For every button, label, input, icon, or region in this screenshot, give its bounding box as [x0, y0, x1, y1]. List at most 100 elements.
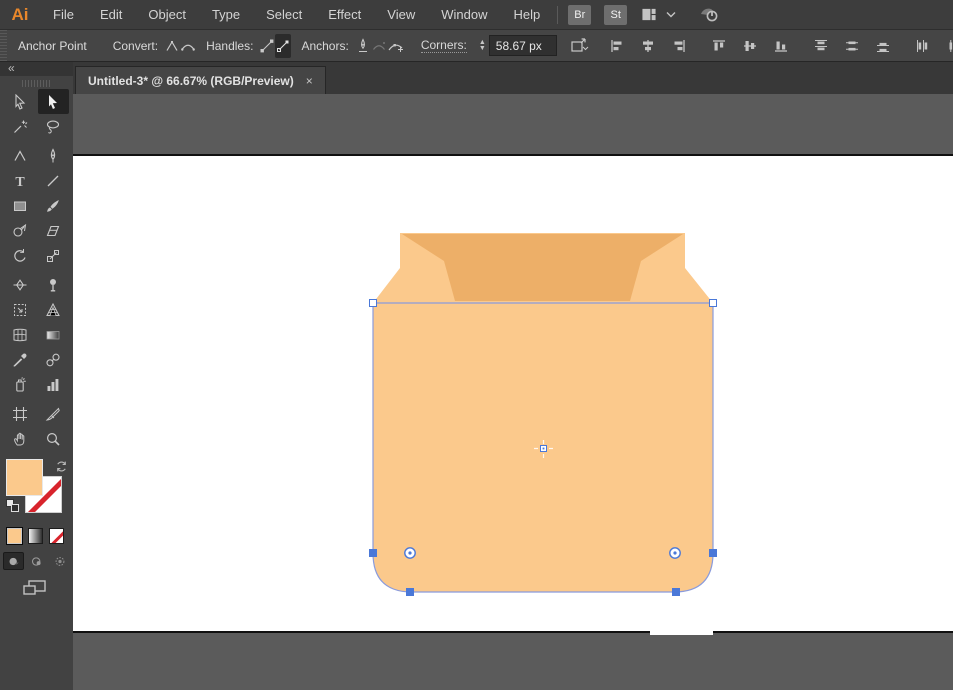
menu-help[interactable]: Help: [500, 0, 553, 30]
menu-type[interactable]: Type: [199, 0, 253, 30]
align-right-button[interactable]: [667, 34, 691, 58]
document-tab[interactable]: Untitled-3* @ 66.67% (RGB/Preview) ×: [75, 66, 326, 94]
handles-label: Handles:: [206, 38, 254, 53]
free-transform-tool[interactable]: [5, 297, 36, 322]
paintbrush-tool[interactable]: [38, 193, 69, 218]
anchor-point-tool[interactable]: [5, 143, 36, 168]
anchor-point-selected[interactable]: [672, 588, 680, 596]
lasso-tool[interactable]: [38, 114, 69, 139]
control-bar-grip[interactable]: [0, 30, 7, 61]
convert-to-corner-button[interactable]: [164, 34, 180, 58]
align-vertical-center-button[interactable]: [738, 34, 762, 58]
canvas-area[interactable]: [73, 94, 953, 690]
screen-mode-button[interactable]: [22, 578, 73, 603]
align-horizontal-center-button[interactable]: [636, 34, 660, 58]
color-button[interactable]: [6, 527, 23, 545]
rotate-tool[interactable]: [5, 243, 36, 268]
collapse-panel-button[interactable]: «: [0, 62, 73, 76]
anchor-point-selected[interactable]: [709, 549, 717, 557]
distribute-bottom-button[interactable]: [871, 34, 895, 58]
type-tool[interactable]: T: [5, 168, 36, 193]
draw-behind-button[interactable]: [26, 552, 47, 570]
cut-path-button[interactable]: [355, 34, 371, 58]
menu-object[interactable]: Object: [135, 0, 199, 30]
zoom-tool[interactable]: [38, 426, 69, 451]
rectangle-tool[interactable]: [5, 193, 36, 218]
mesh-tool[interactable]: [5, 322, 36, 347]
shape-builder-tool[interactable]: [5, 218, 36, 243]
blend-tool[interactable]: [38, 347, 69, 372]
hand-tool-icon: [14, 432, 25, 445]
align-left-icon: [611, 39, 622, 52]
live-corner-widget-left[interactable]: [404, 547, 416, 559]
swap-fill-stroke-icon[interactable]: [54, 459, 69, 479]
align-top-button[interactable]: [707, 34, 731, 58]
corners-value-input[interactable]: [488, 35, 557, 56]
pen-tool[interactable]: [38, 143, 69, 168]
menu-window[interactable]: Window: [428, 0, 500, 30]
live-corner-widget-right[interactable]: [669, 547, 681, 559]
line-segment-tool[interactable]: [38, 168, 69, 193]
menu-edit[interactable]: Edit: [87, 0, 135, 30]
perspective-grid-tool-icon: [46, 302, 60, 316]
perspective-grid-tool[interactable]: [38, 297, 69, 322]
align-left-button[interactable]: [605, 34, 629, 58]
distribute-horizontal-center-button[interactable]: [942, 34, 953, 58]
tab-close-icon[interactable]: ×: [306, 74, 313, 88]
draw-normal-button[interactable]: [3, 552, 24, 570]
width-tool[interactable]: [5, 272, 36, 297]
anchor-point[interactable]: [709, 299, 717, 307]
anchor-point-selected[interactable]: [369, 549, 377, 557]
transform-options[interactable]: [569, 36, 591, 56]
distribute-top-button[interactable]: [809, 34, 833, 58]
align-bottom-button[interactable]: [769, 34, 793, 58]
hide-handles-button[interactable]: [275, 33, 292, 58]
chevron-down-icon[interactable]: [666, 11, 676, 18]
menu-view[interactable]: View: [374, 0, 428, 30]
slice-tool[interactable]: [38, 401, 69, 426]
workspace-switcher-icon[interactable]: [640, 7, 658, 22]
menu-file[interactable]: File: [40, 0, 87, 30]
remove-anchor-button[interactable]: [387, 34, 405, 58]
rectangle-tool-icon: [14, 201, 26, 211]
selection-tool[interactable]: [37, 89, 69, 114]
bridge-button[interactable]: Br: [568, 4, 592, 25]
draw-inside-button[interactable]: [49, 552, 70, 570]
tools-panel-grip[interactable]: [21, 80, 52, 87]
hand-tool[interactable]: [5, 426, 36, 451]
puppet-warp-tool[interactable]: [38, 272, 69, 297]
stock-button[interactable]: St: [604, 4, 628, 25]
bag-artwork[interactable]: [73, 94, 953, 690]
eraser-tool[interactable]: [38, 218, 69, 243]
symbol-sprayer-tool[interactable]: [5, 372, 36, 397]
distribute-horizontal-center-icon: [949, 39, 952, 52]
panel-context-label: Anchor Point: [18, 38, 87, 53]
column-graph-tool[interactable]: [38, 372, 69, 397]
convert-to-smooth-button[interactable]: [180, 34, 196, 58]
document-tab-bar: Untitled-3* @ 66.67% (RGB/Preview) ×: [73, 62, 953, 94]
anchor-point-selected[interactable]: [406, 588, 414, 596]
distribute-left-button[interactable]: [911, 34, 935, 58]
default-fill-stroke-icon[interactable]: [6, 499, 20, 513]
artboard-tool[interactable]: [5, 401, 36, 426]
direct-selection-tool[interactable]: [5, 89, 36, 114]
line-segment-tool-icon: [47, 175, 59, 186]
anchor-point[interactable]: [369, 299, 377, 307]
scale-tool[interactable]: [38, 243, 69, 268]
corners-stepper[interactable]: ▲ ▼: [479, 39, 486, 52]
tool-row: [5, 347, 69, 372]
distribute-vertical-center-button[interactable]: [840, 34, 864, 58]
distribute-vertical-center-icon: [845, 41, 858, 50]
corners-link[interactable]: Corners:: [420, 38, 467, 53]
eyedropper-tool[interactable]: [5, 347, 36, 372]
gradient-tool[interactable]: [38, 322, 69, 347]
fill-swatch[interactable]: [6, 459, 43, 496]
show-handles-button[interactable]: [259, 34, 275, 58]
stepper-down-icon[interactable]: ▼: [479, 45, 486, 52]
magic-wand-tool[interactable]: [5, 114, 36, 139]
none-button[interactable]: [49, 528, 64, 544]
gradient-button[interactable]: [28, 528, 43, 544]
free-transform-tool-icon: [14, 303, 26, 316]
menu-select[interactable]: Select: [253, 0, 315, 30]
menu-effect[interactable]: Effect: [315, 0, 374, 30]
